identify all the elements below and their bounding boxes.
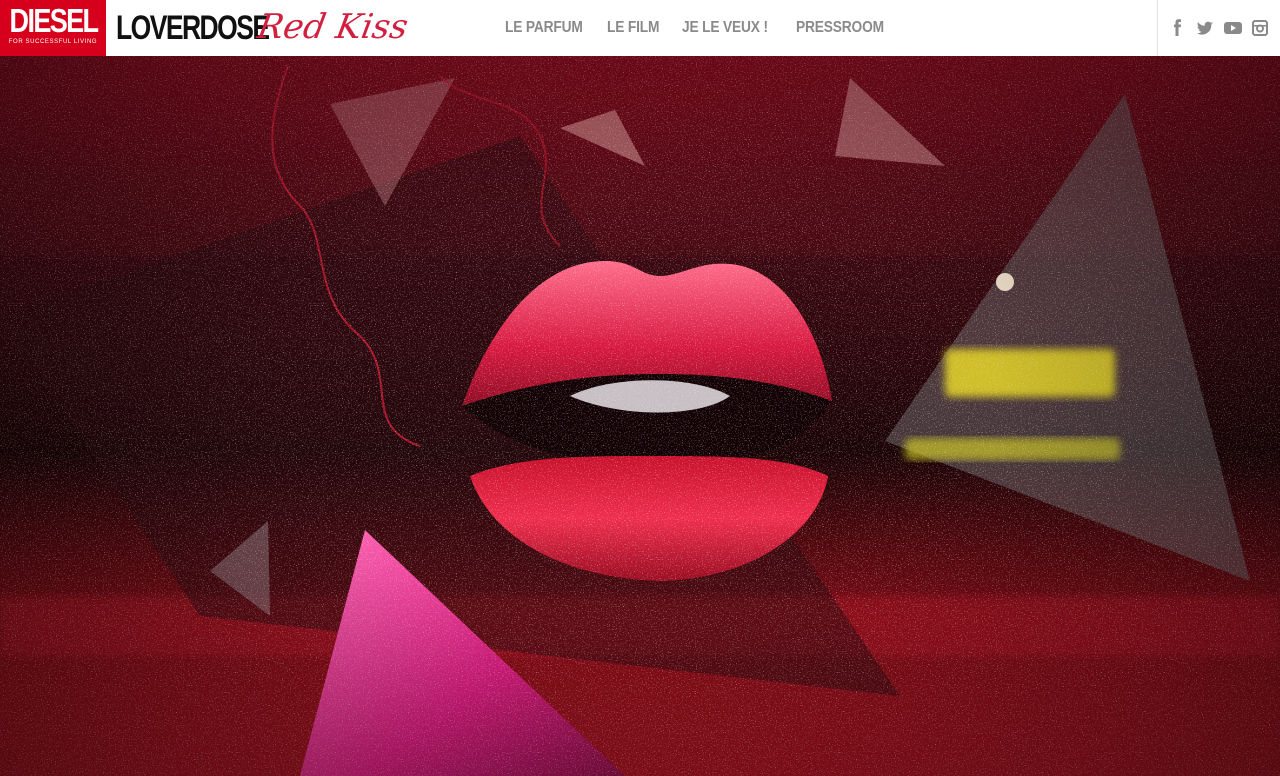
loverdose-wordmark: LOVERDOSE bbox=[116, 9, 270, 47]
twitter-icon[interactable] bbox=[1195, 18, 1215, 38]
youtube-icon[interactable] bbox=[1223, 18, 1243, 38]
facebook-icon[interactable] bbox=[1168, 18, 1188, 38]
nav-le-film[interactable]: LE FILM bbox=[607, 19, 659, 37]
nav-je-le-veux[interactable]: JE LE VEUX ! bbox=[682, 19, 768, 37]
diesel-logo-word: DIESEL bbox=[9, 2, 100, 39]
diesel-logo-tagline: FOR SUCCESSFUL LIVING bbox=[8, 39, 98, 45]
hero-artwork bbox=[0, 56, 1280, 776]
nav-pressroom[interactable]: PRESSROOM bbox=[796, 19, 884, 37]
social-links bbox=[1157, 0, 1280, 56]
main-nav: LE PARFUM LE FILM JE LE VEUX ! PRESSROOM bbox=[505, 0, 924, 56]
red-kiss-script: Red Kiss bbox=[254, 7, 411, 47]
diesel-logo[interactable]: DIESEL FOR SUCCESSFUL LIVING bbox=[0, 0, 106, 56]
site-header: DIESEL FOR SUCCESSFUL LIVING LOVERDOSE R… bbox=[0, 0, 1280, 56]
hero-visual bbox=[0, 56, 1280, 776]
instagram-icon[interactable] bbox=[1250, 18, 1270, 38]
nav-le-parfum[interactable]: LE PARFUM bbox=[505, 19, 583, 37]
